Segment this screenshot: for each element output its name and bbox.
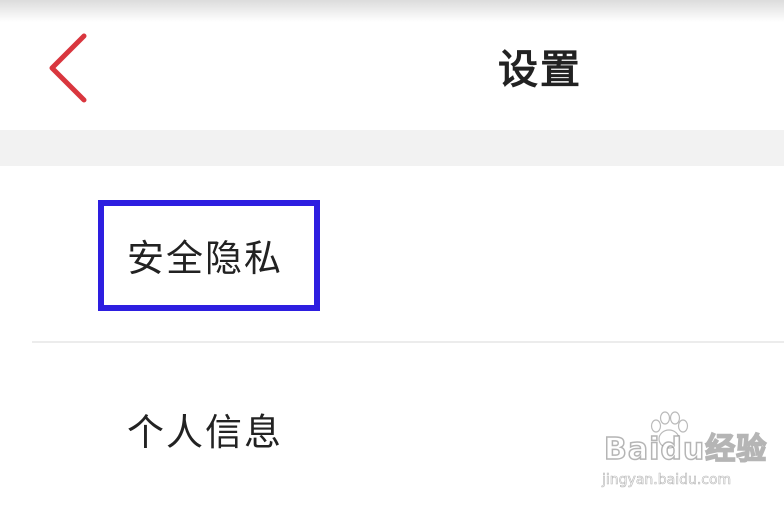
- page-title: 设置: [498, 47, 582, 93]
- settings-list: 安全隐私 个人信息: [0, 166, 784, 508]
- status-bar-shadow: [0, 0, 784, 22]
- settings-item-security-privacy[interactable]: 安全隐私: [0, 166, 784, 343]
- settings-item-label: 个人信息: [127, 411, 283, 454]
- chevron-left-icon: [49, 33, 87, 103]
- row-divider: [32, 341, 784, 343]
- settings-item-personal-info[interactable]: 个人信息: [0, 344, 784, 514]
- settings-item-label: 安全隐私: [127, 237, 283, 280]
- top-nav-bar: 设置: [0, 0, 784, 130]
- section-divider: [0, 130, 784, 166]
- back-button[interactable]: [30, 22, 110, 112]
